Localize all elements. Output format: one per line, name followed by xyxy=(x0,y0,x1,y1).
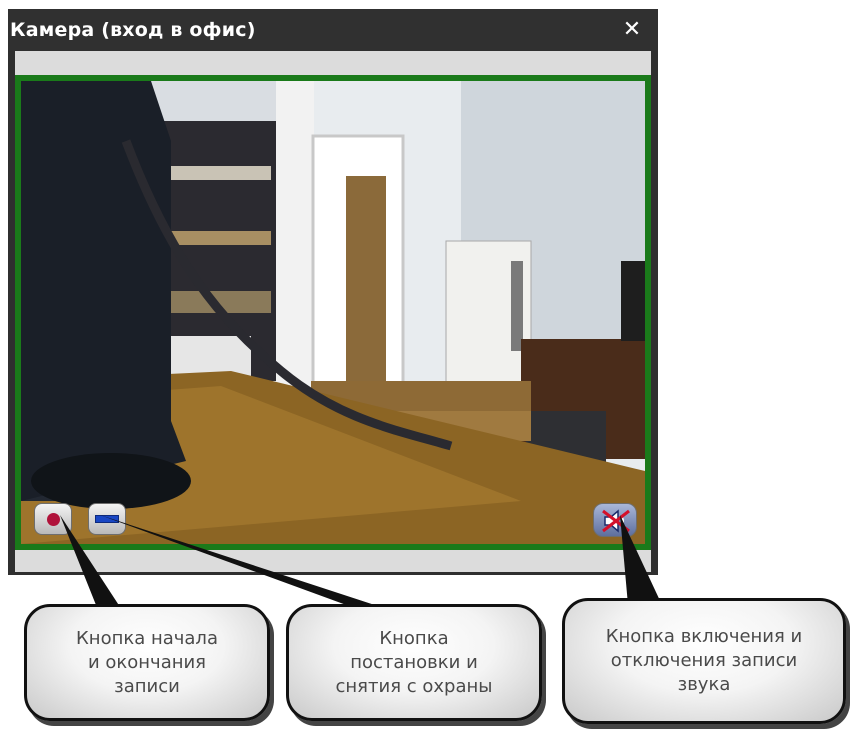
callout-record-text: Кнопка начала и окончания записи xyxy=(76,627,218,697)
pointer-sound xyxy=(620,515,662,605)
callout-record: Кнопка начала и окончания записи xyxy=(24,604,270,721)
pointer-record xyxy=(60,515,122,610)
callout-arm-text: Кнопка постановки и снятия с охраны xyxy=(335,627,493,697)
callout-sound-text: Кнопка включения и отключения записи зву… xyxy=(605,626,803,695)
pointer-arm xyxy=(100,515,390,610)
callout-sound: Кнопка включения и отключения записи зву… xyxy=(562,598,846,724)
callout-arm: Кнопка постановки и снятия с охраны xyxy=(286,604,542,721)
